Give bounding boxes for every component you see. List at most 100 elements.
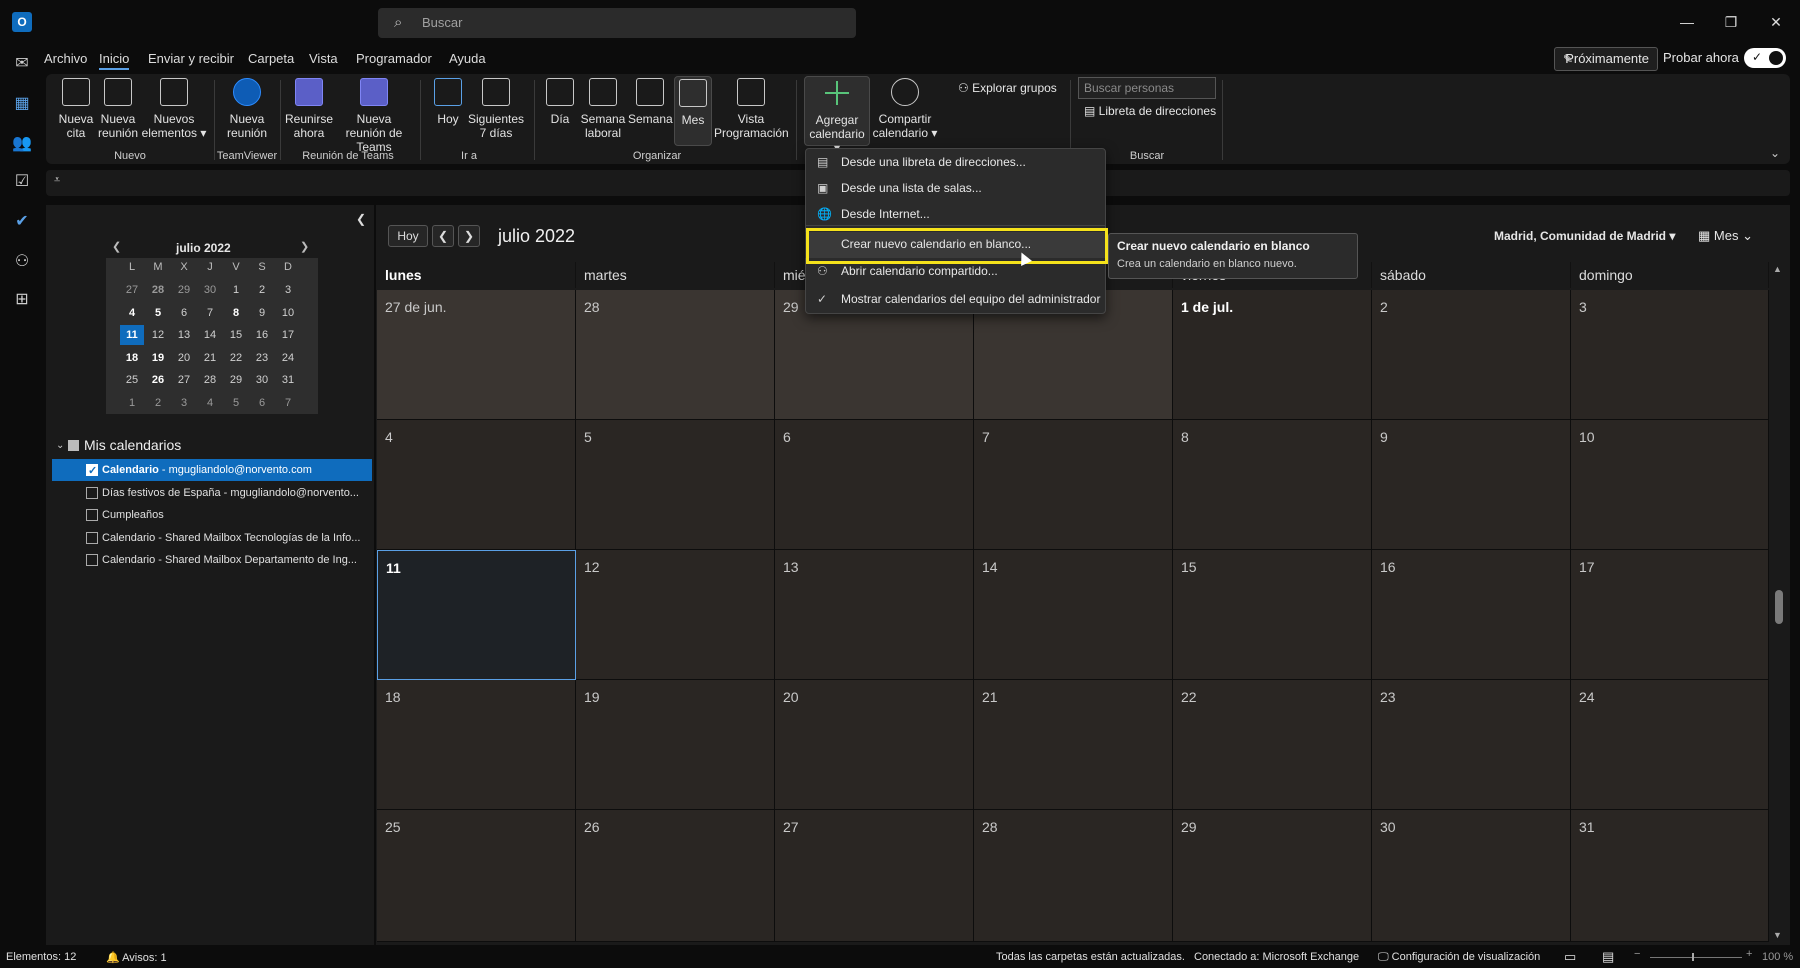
mini-day[interactable]: 6 [250, 393, 274, 413]
mini-day[interactable]: 23 [250, 348, 274, 368]
week-view-button[interactable]: Semana [628, 78, 673, 126]
mini-day[interactable]: 27 [120, 280, 144, 300]
calendar-day-cell[interactable]: 12 [576, 550, 775, 680]
add-calendar-button[interactable]: Agregar calendario ▾ [804, 76, 870, 155]
calendar-day-cell[interactable]: 23 [1372, 680, 1571, 810]
calendar-icon[interactable]: ▦ [10, 92, 34, 116]
calendar-day-cell[interactable]: 17 [1571, 550, 1769, 680]
calendar-day-cell[interactable]: 15 [1173, 550, 1372, 680]
menu-item-internet[interactable]: 🌐 Desde Internet... [805, 202, 1106, 226]
mini-day[interactable]: 5 [146, 303, 170, 323]
calendar-day-cell[interactable]: 16 [1372, 550, 1571, 680]
new-meeting-button[interactable]: Nueva reunión [98, 78, 138, 140]
calendar-day-cell[interactable]: 7 [974, 420, 1173, 550]
menu-item-address-book[interactable]: ▤ Desde una libreta de direcciones... [805, 150, 1106, 174]
calendar-checkbox[interactable] [86, 460, 98, 481]
chevron-down-icon[interactable]: ⌄ [56, 440, 64, 451]
mini-day[interactable]: 10 [276, 303, 300, 323]
mini-day[interactable]: 16 [250, 325, 274, 345]
mini-day[interactable]: 31 [276, 370, 300, 390]
mini-day[interactable]: 19 [146, 348, 170, 368]
calendar-day-cell[interactable]: 29 [1173, 810, 1372, 942]
mini-day[interactable]: 4 [198, 393, 222, 413]
mini-day[interactable]: 5 [224, 393, 248, 413]
calendar-day-cell[interactable]: 20 [775, 680, 974, 810]
customize-toolbar-icon[interactable]: ⩡ [54, 174, 60, 187]
tasks-icon[interactable]: ☑ [10, 170, 34, 194]
calendar-day-cell[interactable]: 31 [1571, 810, 1769, 942]
mini-day[interactable]: 21 [198, 348, 222, 368]
calendar-day-cell[interactable]: 14 [974, 550, 1173, 680]
reading-view-icon[interactable]: ▤ [1602, 949, 1614, 965]
calendar-list-item[interactable]: Cumpleaños [52, 504, 372, 526]
zoom-slider[interactable] [1650, 957, 1742, 958]
calendar-list-item[interactable]: Calendario - Shared Mailbox Tecnologías … [52, 527, 372, 549]
mini-day[interactable]: 14 [198, 325, 222, 345]
new-items-button[interactable]: Nuevos elementos ▾ [140, 78, 208, 140]
menu-enviar-recibir[interactable]: Enviar y recibir [148, 50, 234, 70]
zoom-in-icon[interactable]: + [1746, 948, 1752, 960]
share-calendar-button[interactable]: Compartir calendario ▾ [872, 78, 938, 140]
calendar-list-item[interactable]: Calendario - Shared Mailbox Departamento… [52, 549, 372, 571]
mini-day[interactable]: 12 [146, 325, 170, 345]
restore-icon[interactable]: ❐ [1716, 10, 1746, 34]
mini-day[interactable]: 30 [198, 280, 222, 300]
menu-programador[interactable]: Programador [356, 50, 432, 70]
ribbon-collapse-icon[interactable]: ⌄ [1770, 146, 1780, 160]
calendar-day-cell[interactable]: 21 [974, 680, 1173, 810]
calendar-day-cell[interactable]: 13 [775, 550, 974, 680]
calendar-day-cell[interactable]: 19 [576, 680, 775, 810]
mini-day[interactable]: 17 [276, 325, 300, 345]
mini-day[interactable]: 4 [120, 303, 144, 323]
address-book-button[interactable]: ▤ Libreta de direcciones [1084, 104, 1216, 118]
my-calendars-header[interactable]: Mis calendarios [84, 437, 181, 453]
coming-soon-button[interactable]: ✎ Próximamente [1554, 47, 1658, 71]
calendar-list-item[interactable]: Calendario - mgugliandolo@norvento.com [52, 459, 372, 481]
mini-day[interactable]: 9 [250, 303, 274, 323]
mini-day[interactable]: 25 [120, 370, 144, 390]
close-icon[interactable]: ✕ [1761, 10, 1791, 34]
mini-day[interactable]: 18 [120, 348, 144, 368]
scroll-down-icon[interactable]: ▼ [1773, 930, 1782, 940]
mini-day[interactable]: 7 [198, 303, 222, 323]
prev-month-button[interactable]: ❮ [432, 225, 454, 247]
mini-day[interactable]: 15 [224, 325, 248, 345]
calendar-day-cell[interactable]: 1 de jul. [1173, 290, 1372, 420]
calendar-checkbox[interactable] [86, 509, 98, 521]
calendar-day-cell[interactable]: 28 [974, 810, 1173, 942]
calendar-checkbox[interactable] [86, 486, 98, 499]
menu-item-room-list[interactable]: ▣ Desde una lista de salas... [805, 176, 1106, 200]
today-ribbon-button[interactable]: Hoy [428, 78, 468, 126]
next-7-days-button[interactable]: Siguientes 7 días [468, 78, 524, 140]
scrollbar-thumb[interactable] [1775, 590, 1783, 624]
calendar-day-cell[interactable]: 27 de jun. [377, 290, 576, 420]
calendar-day-cell[interactable]: 4 [377, 420, 576, 550]
work-week-view-button[interactable]: Semana laboral [580, 78, 626, 140]
menu-item-manager-team[interactable]: ✓ Mostrar calendarios del equipo del admi… [805, 287, 1106, 311]
calendar-day-cell[interactable]: 26 [576, 810, 775, 942]
menu-carpeta[interactable]: Carpeta [248, 50, 294, 70]
mail-icon[interactable]: ✉ [10, 52, 34, 76]
mini-day[interactable]: 3 [276, 280, 300, 300]
mini-day[interactable]: 6 [172, 303, 196, 323]
day-view-button[interactable]: Día [540, 78, 580, 126]
collapse-pane-icon[interactable]: ❮ [356, 212, 366, 226]
calendar-day-cell[interactable]: 5 [576, 420, 775, 550]
schedule-view-button[interactable]: Vista Programación [714, 78, 789, 140]
mini-day[interactable]: 28 [146, 280, 170, 300]
mini-day[interactable]: 22 [224, 348, 248, 368]
reminders-button[interactable]: 🔔 Avisos: 1 [106, 951, 167, 964]
menu-vista[interactable]: Vista [309, 50, 338, 70]
mini-day[interactable]: 11 [120, 325, 144, 346]
mini-day[interactable]: 30 [250, 370, 274, 390]
calendar-day-cell[interactable]: 3 [1571, 290, 1769, 420]
calendar-day-cell[interactable]: 6 [775, 420, 974, 550]
people-icon[interactable]: 👥 [10, 132, 34, 156]
view-mode-selector[interactable]: ▦ Mes ⌄ [1698, 228, 1753, 244]
normal-view-icon[interactable]: ▭ [1564, 949, 1576, 965]
zoom-out-icon[interactable]: − [1634, 948, 1640, 960]
calendar-day-cell[interactable]: 2 [1372, 290, 1571, 420]
calendar-day-cell[interactable]: 25 [377, 810, 576, 942]
mini-day[interactable]: 2 [146, 393, 170, 413]
calendar-day-cell[interactable]: 11 [377, 550, 576, 680]
